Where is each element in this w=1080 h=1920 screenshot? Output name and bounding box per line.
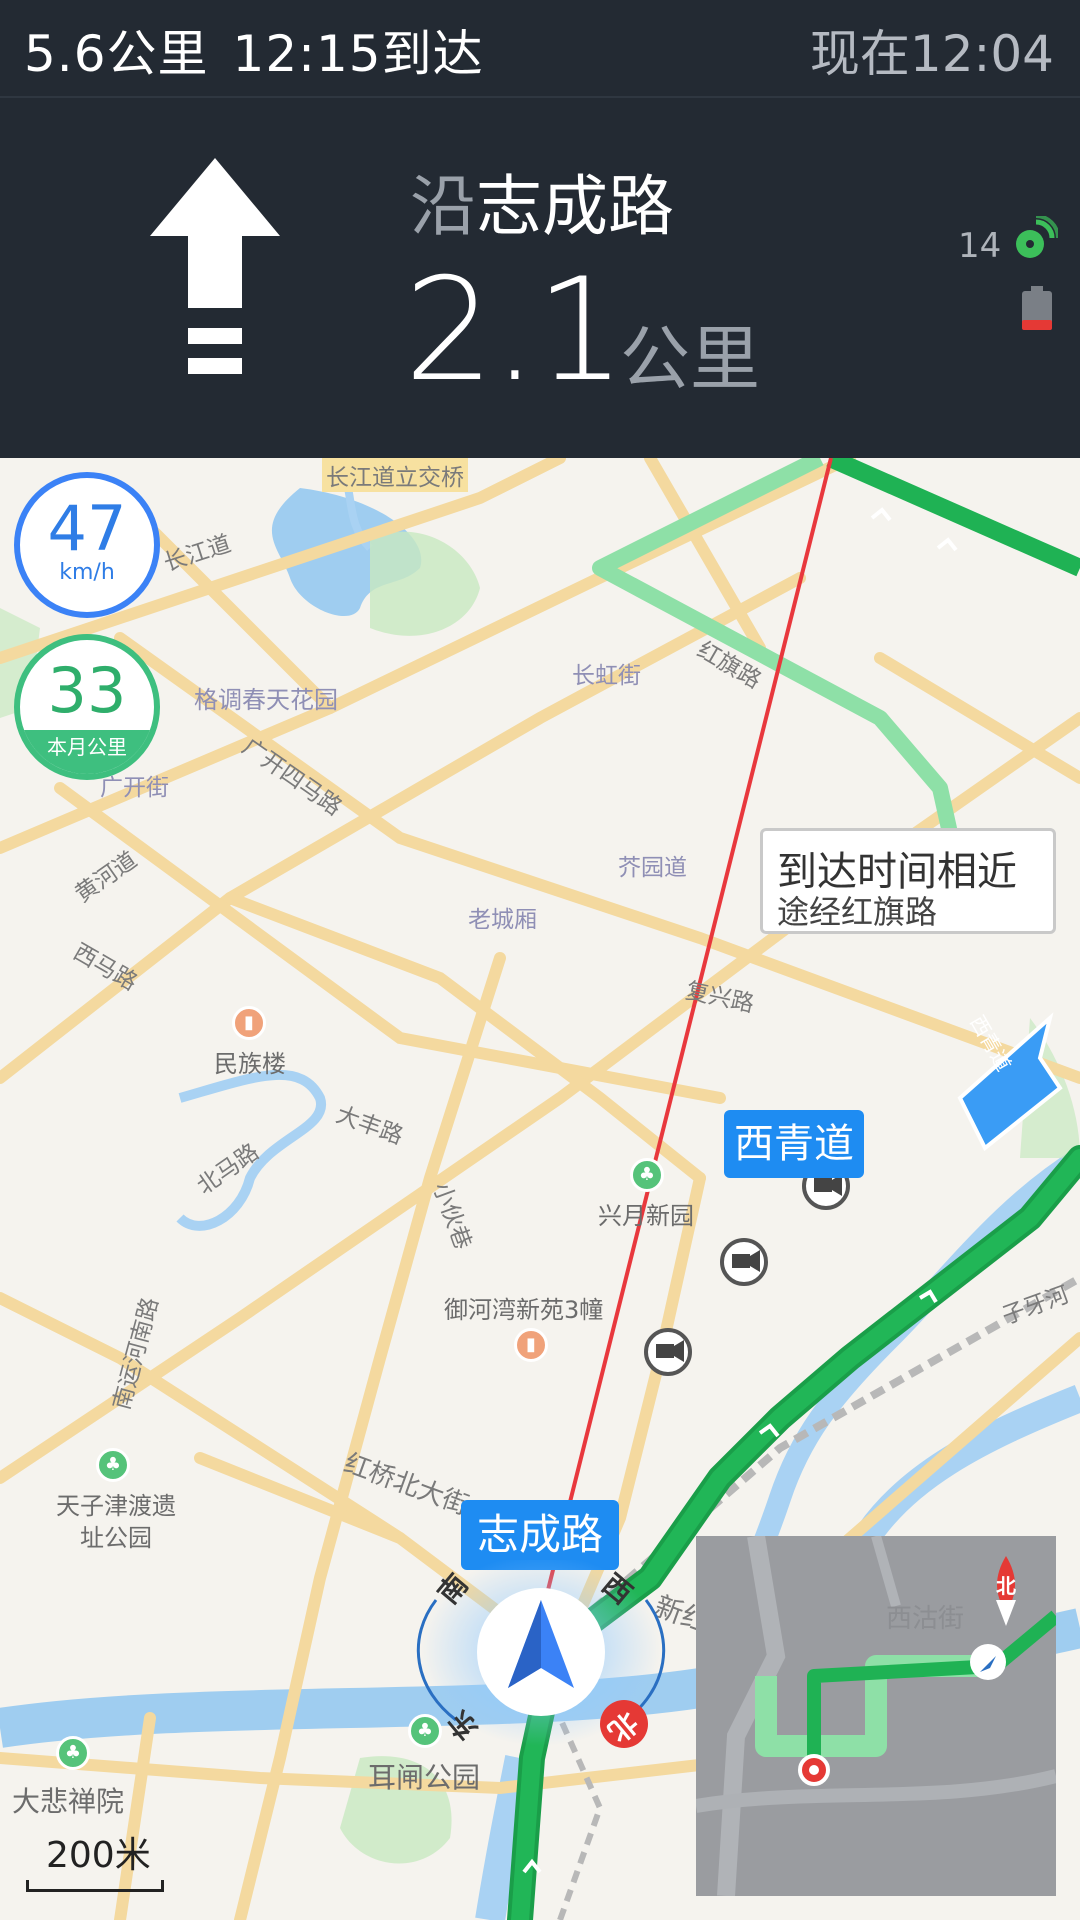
map-scale: 200米: [26, 1826, 164, 1892]
turn-guidance-panel[interactable]: 沿志成路 2.1 公里 14: [0, 98, 1080, 458]
monthly-distance-value: 33: [47, 654, 127, 727]
speed-value: 47: [47, 492, 127, 565]
current-speed-badge: 47 km/h: [14, 472, 160, 618]
eta: 12:15到达: [232, 25, 484, 83]
distance-to-turn: 2.1: [404, 248, 626, 413]
monthly-distance-badge[interactable]: 33 本月公里: [14, 634, 160, 780]
vehicle-position-marker[interactable]: 南 西 东 北: [396, 1554, 686, 1760]
overview-north-indicator: 北: [996, 1574, 1016, 1598]
speed-unit: km/h: [59, 560, 115, 585]
satellite-icon: [1010, 214, 1060, 268]
poi-label-minzu: 民族楼: [214, 1050, 286, 1078]
monthly-distance-unit: 本月公里: [20, 730, 154, 774]
straight-arrow-icon: [150, 158, 280, 392]
scale-label: 200米: [46, 1835, 151, 1876]
road-label-jieyuan: 芥园道: [618, 855, 687, 881]
distance-unit: 公里: [620, 318, 760, 400]
scale-bar: [26, 1880, 164, 1892]
district-label-laochengxiang: 老城厢: [468, 907, 537, 933]
alternate-route-via: 途经红旗路: [777, 893, 938, 931]
current-time: 现在12:04: [809, 25, 1054, 83]
poi-label-dabei: 大悲禅院: [12, 1785, 125, 1818]
trip-summary-bar: 5.6公里 12:15到达 现在12:04: [0, 0, 1080, 98]
poi-label-tianzijindu: 天子津渡遗址公园: [56, 1492, 176, 1552]
satellite-count: 14: [958, 226, 1002, 266]
overview-area-label: 西沽街: [886, 1604, 965, 1634]
road-prefix: 沿: [410, 168, 476, 245]
next-road-line: 沿志成路: [410, 153, 674, 249]
battery-low-icon: [1022, 286, 1052, 334]
next-road-name: 志成路: [476, 168, 674, 245]
next-road-tag: 西青道: [724, 1110, 864, 1178]
alternate-route-callout[interactable]: 到达时间相近 途经红旗路: [760, 828, 1056, 934]
poi-label-gediao: 格调春天花园: [194, 686, 338, 714]
building-poi-icon: ▮: [232, 1006, 266, 1040]
building-poi-icon: ▮: [514, 1328, 548, 1362]
poi-label-yuhewan: 御河湾新苑3幢: [444, 1296, 604, 1324]
trip-summary: 5.6公里 12:15到达: [24, 14, 484, 86]
route-overview-map[interactable]: 西沽街 北: [696, 1536, 1056, 1896]
park-poi-icon: ♣: [630, 1158, 664, 1192]
road-label-changjiang-interchange: 长江道立交桥: [322, 458, 468, 492]
road-label-changhong: 长虹街: [572, 663, 641, 689]
poi-label-erzha: 耳闸公园: [368, 1761, 481, 1794]
park-poi-icon: ♣: [96, 1448, 130, 1482]
remaining-distance: 5.6公里: [24, 25, 209, 83]
poi-label-xingyue: 兴月新园: [598, 1202, 694, 1230]
park-poi-icon: ♣: [56, 1736, 90, 1770]
